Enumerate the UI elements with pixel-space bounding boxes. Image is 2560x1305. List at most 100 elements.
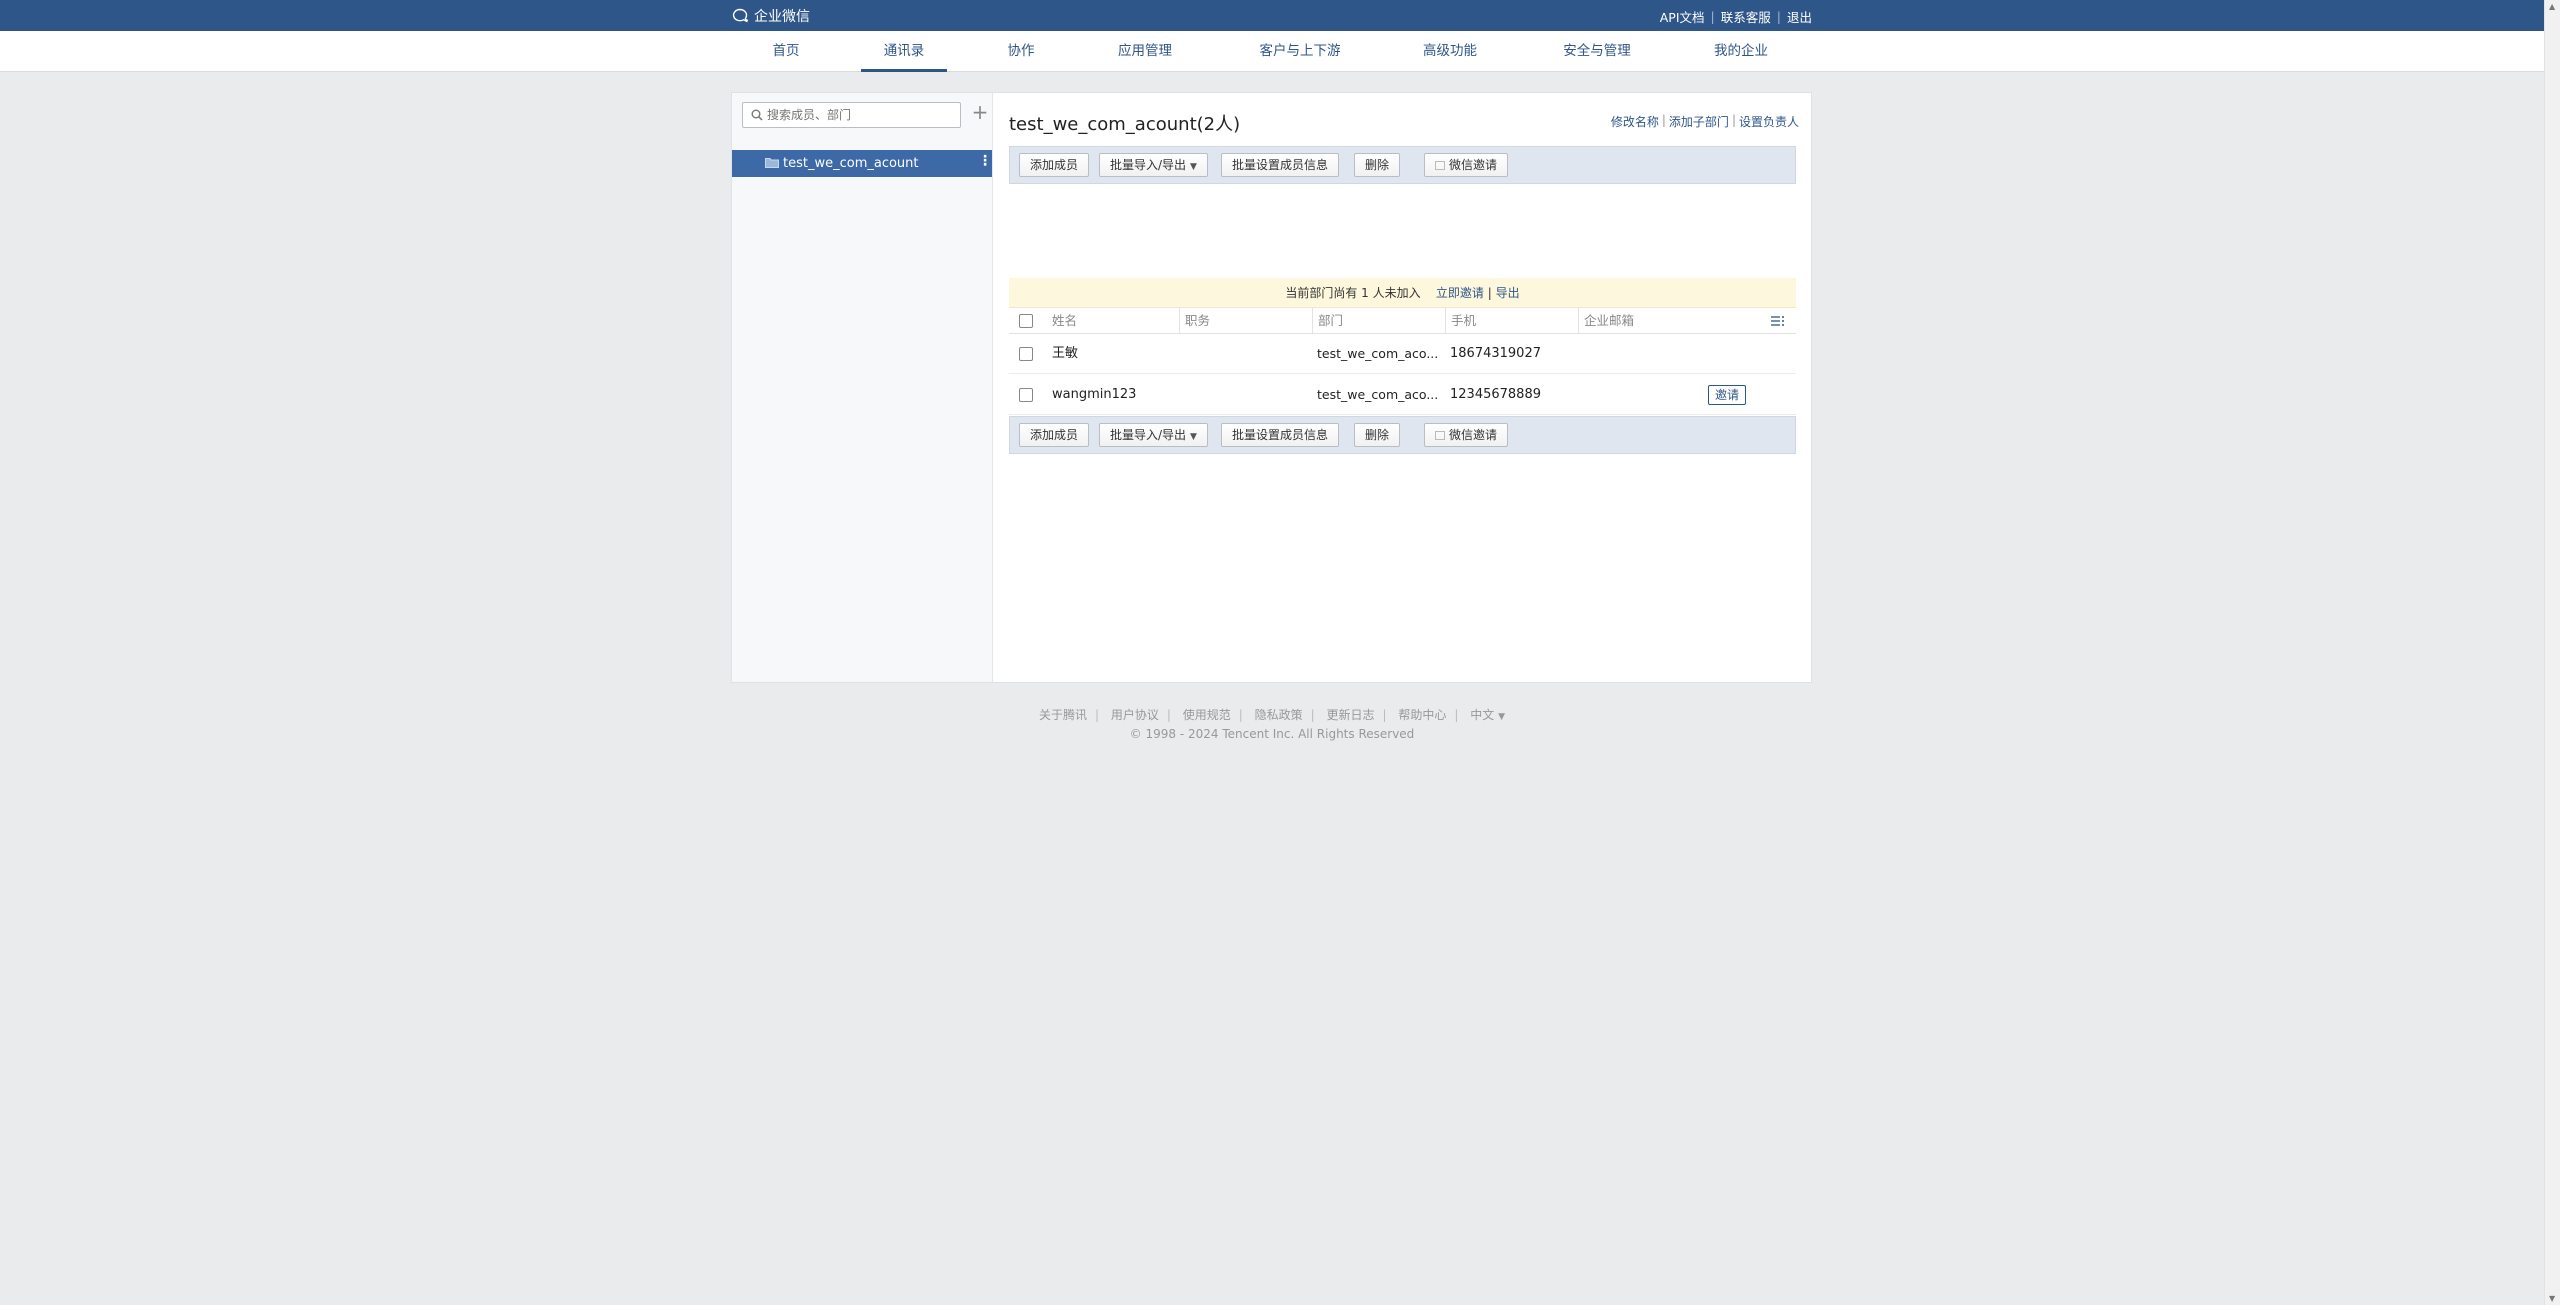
language-label: 中文 bbox=[1470, 708, 1495, 722]
department-actions: 修改名称 | 添加子部门 | 设置负责人 bbox=[1611, 113, 1799, 130]
cell-name: 王敏 bbox=[1052, 346, 1079, 361]
table-header: 姓名 职务 部门 手机 企业邮箱 bbox=[1009, 308, 1796, 334]
language-select[interactable]: 中文 ▼ bbox=[1470, 708, 1505, 722]
toolbar-top: 添加成员 批量导入/导出 ▼ 批量设置成员信息 删除 微信邀请 bbox=[1009, 146, 1796, 184]
cell-title bbox=[1179, 334, 1312, 373]
tab-home[interactable]: 首页 bbox=[764, 31, 808, 72]
scroll-down-icon[interactable]: ▼ bbox=[2549, 1294, 2555, 1303]
batch-set-label: 批量设置成员信息 bbox=[1232, 158, 1329, 172]
separator: | bbox=[1731, 113, 1736, 127]
cell-phone: 18674319027 bbox=[1450, 346, 1541, 361]
import-export-label: 批量导入/导出 bbox=[1110, 158, 1187, 172]
tab-customers[interactable]: 客户与上下游 bbox=[1250, 31, 1350, 72]
tab-contacts[interactable]: 通讯录 bbox=[861, 31, 947, 72]
tree-item-label: test_we_com_acount bbox=[783, 156, 919, 171]
batch-set-label: 批量设置成员信息 bbox=[1232, 428, 1329, 442]
add-member-label: 添加成员 bbox=[1030, 158, 1079, 172]
main-nav: 首页 通讯录 协作 应用管理 客户与上下游 高级功能 安全与管理 我的企业 bbox=[0, 31, 2544, 72]
caret-down-icon: ▼ bbox=[1190, 162, 1197, 172]
footer-link-rules[interactable]: 使用规范 bbox=[1183, 708, 1231, 722]
footer-link-about[interactable]: 关于腾讯 bbox=[1039, 708, 1087, 722]
add-icon[interactable]: + bbox=[970, 101, 990, 125]
search-icon bbox=[751, 109, 763, 121]
tab-app-management[interactable]: 应用管理 bbox=[1110, 31, 1180, 72]
tab-collaboration[interactable]: 协作 bbox=[999, 31, 1043, 72]
footer-link-privacy[interactable]: 隐私政策 bbox=[1255, 708, 1303, 722]
separator: | bbox=[1454, 708, 1459, 722]
top-links: API文档 | 联系客服 | 退出 bbox=[1660, 7, 1812, 26]
tree-item-department[interactable]: test_we_com_acount ⋮ bbox=[732, 150, 992, 177]
cell-email bbox=[1578, 375, 1708, 414]
column-title[interactable]: 职务 bbox=[1179, 308, 1312, 333]
export-link[interactable]: 导出 bbox=[1496, 286, 1520, 300]
footer-links: 关于腾讯 | 用户协议 | 使用规范 | 隐私政策 | 更新日志 | 帮助中心 | 中文 ▼ bbox=[0, 706, 2544, 723]
separator: | bbox=[1094, 708, 1099, 722]
wechat-invite-button[interactable]: 微信邀请 bbox=[1424, 423, 1509, 447]
invite-button[interactable]: 邀请 bbox=[1708, 385, 1747, 405]
table-row[interactable]: 王敏 test_we_com_aco... 18674319027 bbox=[1009, 334, 1796, 374]
more-options-icon[interactable]: ⋮ bbox=[978, 153, 992, 169]
wechat-invite-icon bbox=[1435, 431, 1445, 440]
column-phone[interactable]: 手机 bbox=[1445, 308, 1578, 333]
footer-link-help[interactable]: 帮助中心 bbox=[1398, 708, 1446, 722]
add-member-button[interactable]: 添加成员 bbox=[1019, 423, 1090, 447]
separator: | bbox=[1382, 708, 1387, 722]
separator: | bbox=[1310, 708, 1315, 722]
logo-text: 企业微信 bbox=[754, 9, 810, 25]
invite-now-link[interactable]: 立即邀请 bbox=[1436, 286, 1484, 300]
add-member-button[interactable]: 添加成员 bbox=[1019, 153, 1090, 177]
import-export-button[interactable]: 批量导入/导出 ▼ bbox=[1099, 153, 1208, 177]
wechat-invite-label: 微信邀请 bbox=[1449, 428, 1498, 442]
rename-link[interactable]: 修改名称 bbox=[1611, 113, 1659, 130]
separator: | bbox=[1661, 113, 1666, 127]
delete-label: 删除 bbox=[1365, 158, 1390, 172]
cell-title bbox=[1179, 375, 1312, 414]
separator: | bbox=[1776, 9, 1781, 24]
wechat-invite-button[interactable]: 微信邀请 bbox=[1424, 153, 1509, 177]
footer-link-agreement[interactable]: 用户协议 bbox=[1111, 708, 1159, 722]
batch-set-button[interactable]: 批量设置成员信息 bbox=[1221, 423, 1340, 447]
wecom-logo-icon bbox=[732, 8, 748, 23]
set-leader-link[interactable]: 设置负责人 bbox=[1739, 113, 1799, 130]
tab-my-enterprise[interactable]: 我的企业 bbox=[1705, 31, 1777, 72]
row-checkbox[interactable] bbox=[1019, 347, 1033, 361]
delete-button[interactable]: 删除 bbox=[1354, 423, 1401, 447]
logout-link[interactable]: 退出 bbox=[1787, 7, 1812, 26]
row-checkbox[interactable] bbox=[1019, 388, 1033, 402]
add-subdepartment-link[interactable]: 添加子部门 bbox=[1669, 113, 1729, 130]
import-export-button[interactable]: 批量导入/导出 ▼ bbox=[1099, 423, 1208, 447]
tab-security[interactable]: 安全与管理 bbox=[1555, 31, 1639, 72]
contact-support-link[interactable]: 联系客服 bbox=[1721, 7, 1771, 26]
column-name[interactable]: 姓名 bbox=[1047, 308, 1179, 333]
column-email[interactable]: 企业邮箱 bbox=[1578, 308, 1758, 333]
footer-link-changelog[interactable]: 更新日志 bbox=[1327, 708, 1375, 722]
cell-department: test_we_com_aco... bbox=[1317, 346, 1439, 361]
batch-set-button[interactable]: 批量设置成员信息 bbox=[1221, 153, 1340, 177]
select-all-checkbox[interactable] bbox=[1019, 314, 1033, 328]
wechat-invite-label: 微信邀请 bbox=[1449, 158, 1498, 172]
table-row[interactable]: wangmin123 test_we_com_aco... 1234567888… bbox=[1009, 375, 1796, 415]
cell-email bbox=[1578, 334, 1708, 373]
delete-label: 删除 bbox=[1365, 428, 1390, 442]
separator: | bbox=[1710, 9, 1715, 24]
cell-phone: 12345678889 bbox=[1450, 387, 1541, 402]
search-input[interactable] bbox=[767, 106, 955, 124]
delete-button[interactable]: 删除 bbox=[1354, 153, 1401, 177]
scroll-up-icon[interactable]: ▲ bbox=[2549, 2, 2555, 11]
page-scrollbar[interactable]: ▲ ▼ bbox=[2544, 0, 2560, 1305]
logo[interactable]: 企业微信 bbox=[732, 6, 810, 26]
cell-name: wangmin123 bbox=[1052, 387, 1137, 402]
column-department[interactable]: 部门 bbox=[1312, 308, 1445, 333]
cell-department: test_we_com_aco... bbox=[1317, 387, 1439, 402]
api-docs-link[interactable]: API文档 bbox=[1660, 7, 1705, 26]
search-box[interactable] bbox=[742, 102, 961, 128]
caret-down-icon: ▼ bbox=[1498, 712, 1506, 722]
contacts-panel: + test_we_com_acount ⋮ test_we_com_acoun… bbox=[731, 92, 1812, 683]
add-member-label: 添加成员 bbox=[1030, 428, 1079, 442]
tab-advanced[interactable]: 高级功能 bbox=[1415, 31, 1485, 72]
unjoined-notice: 当前部门尚有 1 人未加入 立即邀请 | 导出 bbox=[1009, 278, 1796, 308]
caret-down-icon: ▼ bbox=[1190, 432, 1197, 442]
column-settings-icon[interactable] bbox=[1771, 316, 1785, 326]
toolbar-bottom: 添加成员 批量导入/导出 ▼ 批量设置成员信息 删除 微信邀请 bbox=[1009, 416, 1796, 454]
separator: | bbox=[1487, 286, 1492, 300]
